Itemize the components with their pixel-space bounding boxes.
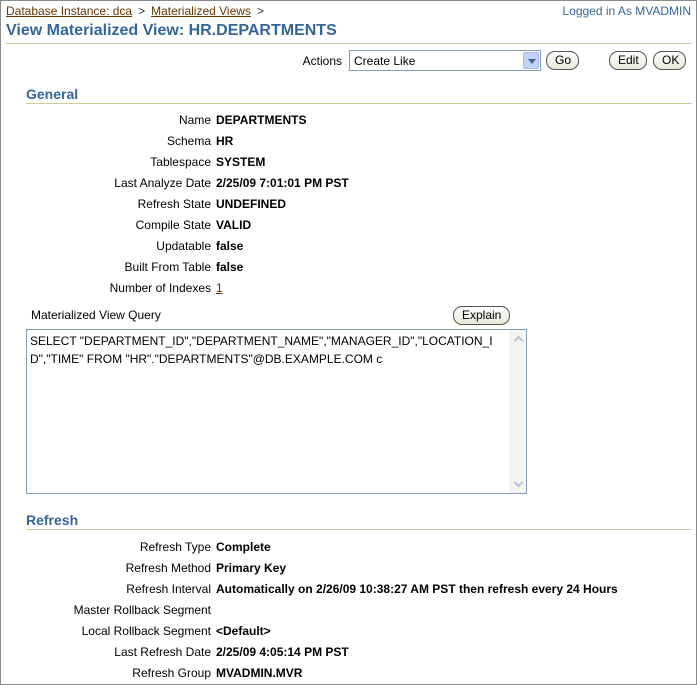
- field-compile-state: Compile State VALID: [1, 218, 697, 236]
- field-label: Last Refresh Date: [114, 645, 211, 659]
- breadcrumb-separator: >: [256, 4, 264, 18]
- field-updatable: Updatable false: [1, 239, 697, 257]
- field-label: Master Rollback Segment: [73, 603, 211, 617]
- explain-button[interactable]: Explain: [453, 306, 510, 325]
- field-label: Refresh Interval: [126, 582, 211, 596]
- page-title: View Materialized View: HR.DEPARTMENTS: [6, 22, 337, 39]
- field-label: Schema: [166, 134, 211, 148]
- field-label: Number of Indexes: [109, 281, 211, 295]
- field-last-refresh-date: Last Refresh Date 2/25/09 4:05:14 PM PST: [1, 645, 697, 663]
- field-number-of-indexes: Number of Indexes 1: [1, 281, 697, 299]
- number-of-indexes-link[interactable]: 1: [216, 281, 223, 295]
- field-local-rollback-segment: Local Rollback Segment <Default>: [1, 624, 697, 642]
- section-refresh-heading: Refresh: [26, 512, 692, 530]
- actions-select-value: Create Like: [354, 54, 416, 68]
- edit-button[interactable]: Edit: [609, 51, 647, 70]
- breadcrumb-link-materialized-views[interactable]: Materialized Views: [151, 4, 251, 18]
- field-value: false: [216, 260, 244, 274]
- field-label: Last Analyze Date: [114, 176, 211, 190]
- field-value: MVADMIN.MVR: [216, 666, 303, 680]
- field-value: 2/25/09 4:05:14 PM PST: [216, 645, 349, 659]
- field-built-from-table: Built From Table false: [1, 260, 697, 278]
- go-button[interactable]: Go: [546, 51, 579, 70]
- breadcrumb-separator: >: [138, 4, 146, 18]
- query-scrollbar[interactable]: [510, 330, 526, 493]
- field-value: Primary Key: [216, 561, 287, 575]
- field-label: Compile State: [135, 218, 211, 232]
- field-label: Name: [178, 113, 211, 127]
- field-label: Updatable: [156, 239, 211, 253]
- ok-button[interactable]: OK: [653, 51, 686, 70]
- breadcrumb: Database Instance: dca > Materialized View…: [6, 4, 270, 18]
- field-value: UNDEFINED: [216, 197, 287, 211]
- field-master-rollback-segment: Master Rollback Segment: [1, 603, 697, 621]
- field-value: HR: [216, 134, 234, 148]
- field-refresh-type: Refresh Type Complete: [1, 540, 697, 558]
- field-name: Name DEPARTMENTS: [1, 113, 697, 131]
- field-value: <Default>: [216, 624, 271, 638]
- title-divider: [6, 43, 692, 44]
- field-refresh-state: Refresh State UNDEFINED: [1, 197, 697, 215]
- materialized-view-query-textarea[interactable]: SELECT "DEPARTMENT_ID","DEPARTMENT_NAME"…: [26, 329, 527, 494]
- field-value: VALID: [216, 218, 252, 232]
- chevron-up-icon[interactable]: [512, 332, 526, 346]
- materialized-view-query-label: Materialized View Query: [31, 308, 161, 322]
- actions-bar: Actions Create Like Go Edit OK: [1, 50, 696, 72]
- chevron-down-icon[interactable]: [512, 477, 526, 491]
- chevron-down-icon[interactable]: [523, 52, 539, 69]
- actions-select[interactable]: Create Like: [349, 50, 541, 71]
- field-schema: Schema HR: [1, 134, 697, 152]
- login-status: Logged in As MVADMIN: [562, 4, 691, 18]
- field-label: Refresh Type: [139, 540, 211, 554]
- field-refresh-interval: Refresh Interval Automatically on 2/26/09…: [1, 582, 697, 600]
- actions-label: Actions: [302, 54, 342, 68]
- breadcrumb-link-database-instance[interactable]: Database Instance: dca: [6, 4, 132, 18]
- field-value: Automatically on 2/26/09 10:38:27 AM PST…: [216, 582, 618, 596]
- section-general-heading: General: [26, 86, 692, 104]
- field-label: Refresh State: [137, 197, 211, 211]
- field-tablespace: Tablespace SYSTEM: [1, 155, 697, 173]
- field-last-analyze-date: Last Analyze Date 2/25/09 7:01:01 PM PST: [1, 176, 697, 194]
- field-value: SYSTEM: [216, 155, 266, 169]
- field-label: Local Rollback Segment: [81, 624, 211, 638]
- field-value: DEPARTMENTS: [216, 113, 307, 127]
- field-label: Built From Table: [124, 260, 211, 274]
- field-refresh-method: Refresh Method Primary Key: [1, 561, 697, 579]
- field-value: false: [216, 239, 244, 253]
- field-label: Tablespace: [150, 155, 211, 169]
- field-label: Refresh Group: [132, 666, 211, 680]
- query-text: SELECT "DEPARTMENT_ID","DEPARTMENT_NAME"…: [30, 334, 493, 366]
- field-value: Complete: [216, 540, 271, 554]
- field-refresh-group: Refresh Group MVADMIN.MVR: [1, 666, 697, 684]
- field-value: 2/25/09 7:01:01 PM PST: [216, 176, 349, 190]
- field-label: Refresh Method: [125, 561, 211, 575]
